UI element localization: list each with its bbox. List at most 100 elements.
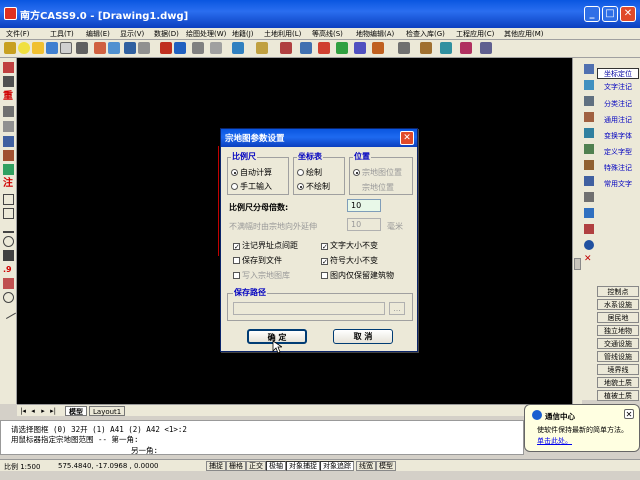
- menu-feature-edit[interactable]: 地物编辑(A): [356, 29, 394, 39]
- menu-check[interactable]: 检查入库(G): [406, 29, 445, 39]
- command-window[interactable]: 请选择图框 (0) 32开 (1) A41 (2) A42 <1>:2 用鼠标器…: [0, 420, 524, 455]
- lock-icon[interactable]: [46, 42, 58, 54]
- menu-engineering[interactable]: 工程应用(C): [456, 29, 494, 39]
- rp-coord-locate[interactable]: 坐标定位: [597, 68, 639, 79]
- zoom-window-icon[interactable]: [354, 42, 366, 54]
- coord-icon[interactable]: [460, 42, 472, 54]
- menu-contour[interactable]: 等高线(S): [312, 29, 343, 39]
- annotate-tool-icon[interactable]: 注: [3, 178, 14, 189]
- menu-other[interactable]: 其他应用(M): [504, 29, 544, 39]
- panel-icon-9[interactable]: [584, 192, 594, 202]
- rp-define-font[interactable]: 定义字型: [597, 146, 639, 157]
- rp-text-note[interactable]: 文字注记: [597, 81, 639, 92]
- panel-icon-11[interactable]: [584, 224, 594, 234]
- rp-class-note[interactable]: 分类注记: [597, 98, 639, 109]
- rp-traffic[interactable]: 交通设施: [597, 338, 639, 349]
- scroll-thumb[interactable]: [574, 258, 581, 270]
- status-otrack[interactable]: 对象追踪: [320, 461, 354, 471]
- rp-control-point[interactable]: 控制点: [597, 286, 639, 297]
- menu-cadastre[interactable]: 地籍(J): [232, 29, 254, 39]
- rp-pipeline[interactable]: 管线设施: [597, 351, 639, 362]
- layer-props-icon[interactable]: [76, 42, 88, 54]
- save-path-input[interactable]: [233, 302, 385, 315]
- properties-icon[interactable]: [94, 42, 106, 54]
- line-tool-icon[interactable]: [3, 62, 14, 73]
- rp-boundary[interactable]: 境界线: [597, 364, 639, 375]
- status-osnap[interactable]: 对象捕捉: [286, 461, 320, 471]
- dialog-close-button[interactable]: ✕: [400, 131, 414, 145]
- undo-icon[interactable]: [160, 42, 172, 54]
- copy-icon[interactable]: [192, 42, 204, 54]
- menu-landuse[interactable]: 土地利用(L): [264, 29, 301, 39]
- bulb-icon[interactable]: [18, 42, 30, 54]
- trim-icon[interactable]: [256, 42, 268, 54]
- scale-manual-radio[interactable]: 手工输入: [231, 181, 272, 192]
- panel-icon-4[interactable]: [584, 112, 594, 122]
- redo-icon[interactable]: [174, 42, 186, 54]
- rp-common-text[interactable]: 常用文字: [597, 178, 639, 189]
- polygon-tool-icon[interactable]: [3, 208, 14, 219]
- vertical-scrollbar[interactable]: [572, 58, 582, 404]
- status-lineweight[interactable]: 线宽: [356, 461, 376, 471]
- pencil-icon[interactable]: [280, 42, 292, 54]
- rp-vegetation[interactable]: 植被土质: [597, 390, 639, 401]
- arc-tool-icon[interactable]: [3, 292, 14, 303]
- rectangle-tool-icon[interactable]: [3, 194, 14, 205]
- match-icon[interactable]: [108, 42, 120, 54]
- menu-edit[interactable]: 编辑(E): [86, 29, 110, 39]
- erase-icon[interactable]: [210, 42, 222, 54]
- hand-icon[interactable]: [300, 42, 312, 54]
- status-grid[interactable]: 栅格: [226, 461, 246, 471]
- regen-icon[interactable]: [398, 42, 410, 54]
- rp-landform[interactable]: 地貌土质: [597, 377, 639, 388]
- last-tab-arrow[interactable]: ▸|: [49, 406, 57, 416]
- settings-tool-icon[interactable]: [3, 106, 14, 117]
- zoom-out-icon[interactable]: [336, 42, 348, 54]
- panel-icon-5[interactable]: [584, 128, 594, 138]
- panel-close-icon[interactable]: ✕: [584, 254, 594, 264]
- measure-icon[interactable]: [420, 42, 432, 54]
- list-icon[interactable]: [480, 42, 492, 54]
- symbol-fixed-checkbox[interactable]: ✓ 符号大小不变: [321, 255, 378, 266]
- next-tab-arrow[interactable]: ▸: [39, 406, 47, 416]
- menu-file[interactable]: 文件(F): [6, 29, 30, 39]
- table-draw-radio[interactable]: 绘制: [297, 167, 322, 178]
- prev-tab-arrow[interactable]: ◂: [29, 406, 37, 416]
- denominator-input[interactable]: 10: [347, 199, 381, 212]
- sun-icon[interactable]: [32, 42, 44, 54]
- panel-icon-7[interactable]: [584, 160, 594, 170]
- rp-water-facility[interactable]: 水系设施: [597, 299, 639, 310]
- block-tool-icon[interactable]: [3, 136, 14, 147]
- slope-tool-icon[interactable]: [0, 303, 17, 320]
- status-snap[interactable]: 捕捉: [206, 461, 226, 471]
- panel-icon-6[interactable]: [584, 144, 594, 154]
- panel-icon-12[interactable]: [584, 240, 594, 250]
- rp-change-font[interactable]: 变换字体: [597, 130, 639, 141]
- menu-tools[interactable]: 工具(T): [50, 29, 74, 39]
- cancel-button[interactable]: 取 消: [333, 329, 393, 344]
- pan-icon[interactable]: [124, 42, 136, 54]
- write-db-checkbox[interactable]: 写入宗地图库: [233, 270, 290, 281]
- point-tool-icon[interactable]: [3, 250, 14, 261]
- balloon-link[interactable]: 单击此处。: [537, 436, 572, 446]
- position-inmap-radio[interactable]: 宗地图位置: [353, 167, 402, 178]
- note-points-checkbox[interactable]: ✓ 注记界址点间距: [233, 240, 298, 251]
- layer-icon[interactable]: [4, 42, 16, 54]
- panel-icon-1[interactable]: [584, 64, 594, 74]
- tab-model[interactable]: 模型: [65, 406, 87, 416]
- heavy-tool-icon[interactable]: 重: [3, 91, 14, 102]
- scale-auto-radio[interactable]: 自动计算: [231, 167, 272, 178]
- status-model[interactable]: 模型: [376, 461, 396, 471]
- panel-icon-3[interactable]: [584, 96, 594, 106]
- dimension-tool-icon[interactable]: [3, 222, 14, 233]
- hatch-tool-icon[interactable]: [3, 164, 14, 175]
- rp-residential[interactable]: 居民地: [597, 312, 639, 323]
- minimize-button[interactable]: _: [584, 6, 600, 22]
- table-nodraw-radio[interactable]: 不绘制: [297, 181, 330, 192]
- circle-tool-icon[interactable]: [3, 236, 14, 247]
- panel-icon-8[interactable]: [584, 176, 594, 186]
- menu-data[interactable]: 数据(D): [154, 29, 179, 39]
- move-icon[interactable]: [232, 42, 244, 54]
- dot-tool-icon[interactable]: [3, 278, 14, 289]
- first-tab-arrow[interactable]: |◂: [19, 406, 27, 416]
